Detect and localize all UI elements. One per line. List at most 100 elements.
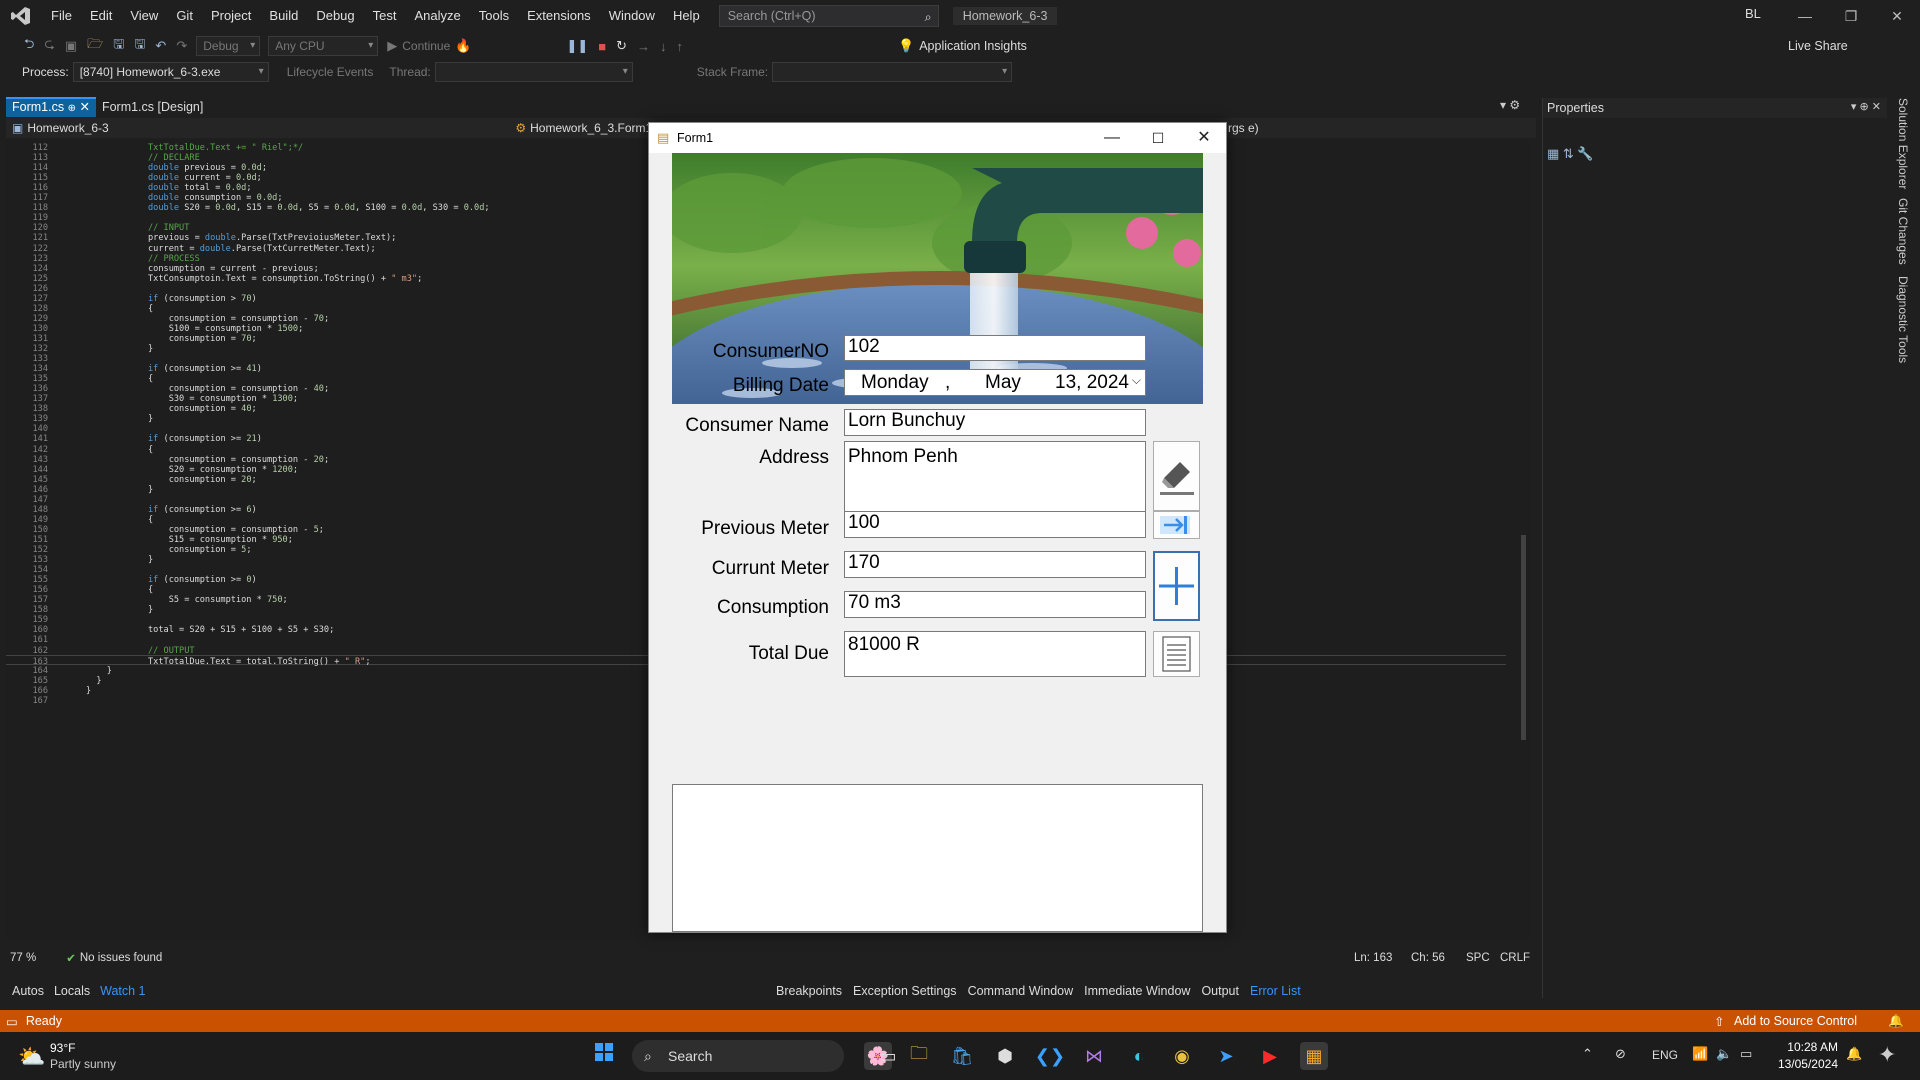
properties-window-controls[interactable]: ▾ ⊕ ✕ [1851, 100, 1881, 113]
step-out-icon[interactable]: ↑ [677, 39, 684, 54]
task-view-icon[interactable]: ▭ [874, 1042, 902, 1070]
restore-icon[interactable]: ❐ [1828, 0, 1874, 32]
output-listbox[interactable] [672, 784, 1203, 932]
restart-icon[interactable]: ↻ [616, 38, 627, 54]
step-over-icon[interactable]: → [637, 39, 650, 54]
menu-item-debug[interactable]: Debug [307, 0, 363, 32]
hot-reload-icon[interactable]: 🔥 [455, 38, 471, 54]
menu-item-window[interactable]: Window [600, 0, 664, 32]
menu-item-tools[interactable]: Tools [470, 0, 518, 32]
add-button[interactable] [1153, 551, 1200, 621]
telegram-icon[interactable]: ➤ [1212, 1042, 1240, 1070]
copilot-icon[interactable]: ✦ [1878, 1042, 1896, 1068]
clock-date[interactable]: 13/05/2024 [1772, 1057, 1838, 1071]
form-maximize-icon[interactable]: ☐ [1136, 123, 1180, 153]
stack-frame-select[interactable] [772, 62, 1013, 82]
consumer-no-field[interactable]: 102 [844, 335, 1146, 361]
clock-time[interactable]: 10:28 AM [1782, 1040, 1838, 1054]
thread-select[interactable] [434, 62, 633, 82]
zoom-level[interactable]: 77 % [10, 952, 36, 964]
open-icon[interactable]: 🗁 [87, 35, 103, 57]
solution-explorer-tab[interactable]: Solution Explorer [1896, 98, 1910, 189]
total-due-field[interactable]: 81000 R [844, 631, 1146, 677]
chrome-icon[interactable]: ◉ [1168, 1042, 1196, 1070]
debug-tab-autos[interactable]: Autos [12, 984, 44, 998]
tab-overflow-icon[interactable]: ▾ ⚙ [1500, 98, 1520, 112]
minimize-icon[interactable]: — [1782, 0, 1828, 32]
menu-item-view[interactable]: View [121, 0, 167, 32]
user-avatar[interactable]: BL [1745, 6, 1761, 21]
menu-item-extensions[interactable]: Extensions [518, 0, 600, 32]
tab-form1-design[interactable]: Form1.cs [Design] [96, 97, 209, 117]
close-tab-icon[interactable]: ✕ [79, 100, 89, 114]
nav-project[interactable]: Homework_6-3 [27, 121, 507, 135]
network-icon[interactable]: ⊘ [1615, 1046, 1626, 1062]
volume-icon[interactable]: 🔈 [1716, 1046, 1732, 1062]
menu-item-git[interactable]: Git [167, 0, 202, 32]
weather-temp[interactable]: 93°F [50, 1041, 75, 1055]
menu-item-project[interactable]: Project [202, 0, 260, 32]
debug-tab-output[interactable]: Output [1201, 984, 1239, 998]
process-select[interactable]: [8740] Homework_6-3.exe [72, 62, 269, 82]
menu-item-help[interactable]: Help [664, 0, 709, 32]
lifecycle-events[interactable]: Lifecycle Events [287, 65, 374, 79]
menu-item-edit[interactable]: Edit [81, 0, 121, 32]
redo-icon[interactable]: ↷ [176, 38, 187, 54]
step-into-icon[interactable]: ↓ [660, 39, 667, 54]
debug-tab-locals[interactable]: Locals [54, 984, 90, 998]
move-button[interactable] [1153, 511, 1200, 539]
save-all-icon[interactable]: 🖫 [134, 35, 145, 57]
forward-icon[interactable]: ⮎ [44, 35, 54, 57]
edge-icon[interactable]: ◐ [1125, 1042, 1153, 1070]
git-changes-tab[interactable]: Git Changes [1896, 198, 1910, 265]
current-meter-field[interactable]: 170 [844, 551, 1146, 578]
clear-button[interactable] [1153, 441, 1200, 511]
debug-tab-exception-settings[interactable]: Exception Settings [853, 984, 957, 998]
stop-icon[interactable]: ■ [598, 39, 606, 54]
line-ending[interactable]: CRLF [1500, 952, 1530, 964]
file-explorer-icon[interactable]: 🗀 [905, 1042, 933, 1070]
windows-start-icon[interactable] [595, 1043, 613, 1061]
menu-item-test[interactable]: Test [364, 0, 406, 32]
address-field[interactable]: Phnom Penh [844, 441, 1146, 514]
scroll-thumb[interactable] [1521, 535, 1526, 740]
close-icon[interactable]: ✕ [1874, 0, 1920, 32]
tab-form1-cs[interactable]: Form1.cs ⊕ ✕ [6, 97, 96, 117]
debug-tab-breakpoints[interactable]: Breakpoints [776, 984, 842, 998]
config-select[interactable]: Debug [196, 36, 261, 56]
diagnostic-tools-tab[interactable]: Diagnostic Tools [1896, 276, 1910, 363]
menu-item-build[interactable]: Build [260, 0, 307, 32]
notification-bell-icon[interactable]: 🔔 [1846, 1046, 1862, 1062]
taskbar-search[interactable]: ⌕ Search [632, 1040, 844, 1072]
categorized-icon[interactable]: ▦ ⇅ 🔧 [1547, 146, 1594, 162]
language-indicator[interactable]: ENG [1652, 1048, 1678, 1062]
continue-icon[interactable]: ▶ [387, 38, 397, 54]
debug-tab-watch-1[interactable]: Watch 1 [100, 984, 145, 998]
tray-chevron-icon[interactable]: ⌃ [1582, 1046, 1593, 1062]
previous-meter-field[interactable]: 100 [844, 511, 1146, 538]
pin-icon[interactable]: ⊕ [68, 103, 76, 114]
battery-icon[interactable]: ▭ [1740, 1046, 1752, 1062]
new-item-icon[interactable]: ▣ [65, 38, 77, 54]
back-icon[interactable]: ⮌ [24, 35, 34, 57]
debug-tab-immediate-window[interactable]: Immediate Window [1084, 984, 1190, 998]
save-icon[interactable]: 🖫 [113, 35, 124, 57]
undo-icon[interactable]: ↶ [155, 38, 166, 54]
store-icon[interactable]: 🛍 [948, 1042, 976, 1070]
form-app-icon[interactable]: ▦ [1300, 1042, 1328, 1070]
nav-member[interactable]: rgs e) [1228, 121, 1259, 135]
search-input[interactable]: Search (Ctrl+Q) ⌕ [718, 5, 939, 27]
nav-class[interactable]: Homework_6_3.Form1 [530, 121, 652, 135]
app-insights-button[interactable]: Application Insights [919, 39, 1027, 53]
app-icon[interactable]: ⬢ [991, 1042, 1019, 1070]
chevron-down-icon[interactable]: ⌵ [1132, 373, 1141, 388]
editor-scrollbar[interactable] [1516, 140, 1530, 940]
pause-icon[interactable]: ❚❚ [566, 38, 588, 54]
vscode-icon[interactable]: ❮❯ [1035, 1042, 1065, 1070]
menu-item-file[interactable]: File [42, 0, 81, 32]
consumer-name-field[interactable]: Lorn Bunchuy [844, 409, 1146, 436]
billing-date-picker[interactable]: Monday , May 13, 2024 ⌵ [844, 369, 1146, 396]
visual-studio-icon[interactable]: ⋈ [1080, 1042, 1108, 1070]
live-share-button[interactable]: Live Share [1788, 39, 1848, 53]
debug-tab-error-list[interactable]: Error List [1250, 984, 1301, 998]
